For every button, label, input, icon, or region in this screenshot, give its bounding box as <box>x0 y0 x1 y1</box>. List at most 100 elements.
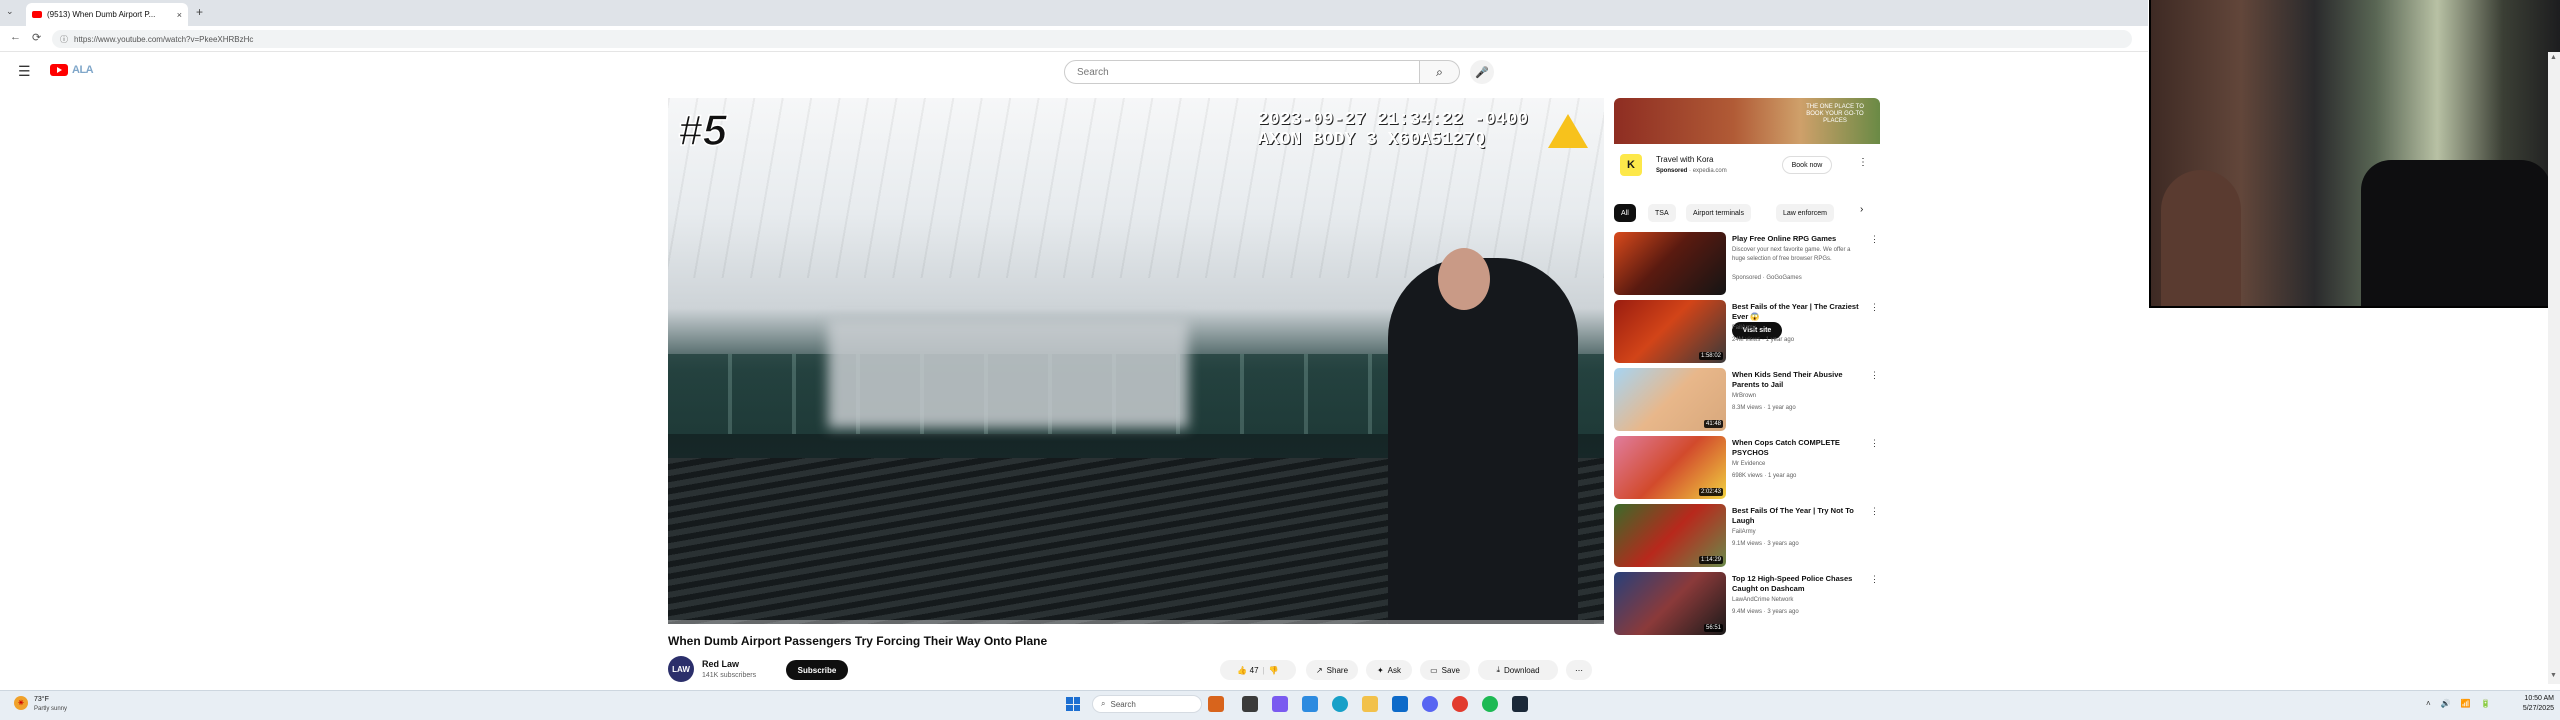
share-button[interactable]: ↗ Share <box>1306 660 1358 680</box>
recommendation-thumbnail[interactable] <box>1614 232 1726 295</box>
video-progress-bar[interactable] <box>668 620 1604 624</box>
taskbar-search[interactable]: ⌕ Search <box>1092 695 1202 713</box>
video-player[interactable]: #5 2023-09-27 21:34:22 -0400 AXON BODY 3… <box>668 98 1604 624</box>
page-scrollbar[interactable] <box>2548 52 2560 684</box>
recommendation-channel[interactable]: LawAndCrime Network <box>1732 596 1793 605</box>
search-icon: ⌕ <box>1436 64 1443 79</box>
more-actions-button[interactable]: ⋯ <box>1566 660 1592 680</box>
recommendation-item[interactable]: 1:14:29 Best Fails Of The Year | Try Not … <box>1614 504 1880 568</box>
taskbar-app-icon[interactable] <box>1272 696 1288 712</box>
taskbar-chrome-icon[interactable] <box>1452 696 1468 712</box>
recommendation-title[interactable]: When Kids Send Their Abusive Parents to … <box>1732 370 1864 390</box>
recommendation-menu-icon[interactable]: ⋮ <box>1870 234 1879 245</box>
recommendation-channel[interactable]: MrBrown <box>1732 392 1756 401</box>
dislike-button[interactable]: 👎 <box>1269 666 1279 675</box>
weather-temperature[interactable]: 73°F <box>34 696 49 703</box>
thumbs-down-icon: 👎 <box>1268 665 1279 675</box>
recommendation-item[interactable]: 1:58:02 Best Fails of the Year | The Craz… <box>1614 300 1880 364</box>
recommendation-thumbnail[interactable]: 56:51 <box>1614 572 1726 635</box>
video-rank-overlay: #5 <box>677 105 727 156</box>
tab-search-icon[interactable]: ⌄ <box>6 6 14 17</box>
clock-time[interactable]: 10:50 AM <box>2512 695 2554 702</box>
recommendation-title[interactable]: When Cops Catch COMPLETE PSYCHOS <box>1732 438 1864 458</box>
bodycam-timestamp: 2023-09-27 21:34:22 -0400 AXON BODY 3 X6… <box>1258 110 1529 150</box>
recommendation-channel[interactable]: Sponsored · GoGoGames <box>1732 274 1802 283</box>
taskbar-file-explorer-icon[interactable] <box>1362 696 1378 712</box>
weather-icon[interactable]: ☀ <box>14 696 28 710</box>
network-icon[interactable]: 📶 <box>2461 699 2471 708</box>
video-duration-badge: 1:14:29 <box>1698 556 1723 564</box>
video-duration-badge: 2:02:43 <box>1698 488 1723 496</box>
chips-next-arrow-icon[interactable]: › <box>1860 204 1863 215</box>
scroll-down-arrow-icon[interactable]: ▼ <box>2550 672 2557 679</box>
chip-tsa[interactable]: TSA <box>1648 204 1676 222</box>
taskbar-discord-icon[interactable] <box>1422 696 1438 712</box>
recommendation-title[interactable]: Best Fails Of The Year | Try Not To Laug… <box>1732 506 1864 526</box>
chip-law-enforcement[interactable]: Law enforcem <box>1776 204 1834 222</box>
battery-icon[interactable]: 🔋 <box>2481 699 2491 708</box>
book-now-button[interactable]: Book now <box>1782 156 1832 174</box>
download-button[interactable]: ⤓ Download <box>1478 660 1558 680</box>
recommendation-menu-icon[interactable]: ⋮ <box>1870 438 1879 449</box>
voice-search-button[interactable]: 🎤 <box>1470 60 1494 84</box>
search-input[interactable]: Search <box>1064 60 1420 84</box>
recommendation-menu-icon[interactable]: ⋮ <box>1870 302 1879 313</box>
share-label: Share <box>1326 665 1349 675</box>
taskbar-app-icon[interactable] <box>1392 696 1408 712</box>
recommendation-item[interactable]: 56:51 Top 12 High-Speed Police Chases Cau… <box>1614 572 1880 636</box>
recommendation-channel[interactable]: Mr Evidence <box>1732 460 1765 469</box>
like-button[interactable]: 👍 47 <box>1237 666 1258 675</box>
channel-subscriber-count: 141K subscribers <box>702 672 757 679</box>
address-bar[interactable]: ⓘ https://www.youtube.com/watch?v=PkeeXH… <box>52 30 2132 48</box>
tab-close-icon[interactable]: × <box>177 10 182 20</box>
recommendation-item[interactable]: 41:48 When Kids Send Their Abusive Parent… <box>1614 368 1880 432</box>
video-officer-figure <box>1388 258 1578 624</box>
volume-icon[interactable]: 🔊 <box>2441 699 2451 708</box>
subscribe-button[interactable]: Subscribe <box>786 660 848 680</box>
new-tab-button[interactable]: + <box>196 5 203 19</box>
youtube-logo[interactable]: ALA <box>50 64 94 76</box>
start-button-icon[interactable] <box>1066 697 1080 711</box>
ad-menu-icon[interactable]: ⋮ <box>1858 157 1868 168</box>
recommendation-item[interactable]: 2:02:43 When Cops Catch COMPLETE PSYCHOS M… <box>1614 436 1880 500</box>
recommendation-menu-icon[interactable]: ⋮ <box>1870 506 1879 517</box>
taskbar-app-icon[interactable] <box>1302 696 1318 712</box>
thumbs-up-icon: 👍 <box>1237 665 1248 675</box>
recommendation-channel[interactable]: FailArmy <box>1732 324 1756 333</box>
recommendation-title[interactable]: Play Free Online RPG Games <box>1732 234 1864 244</box>
chip-airport-terminals[interactable]: Airport terminals <box>1686 204 1751 222</box>
recommendation-menu-icon[interactable]: ⋮ <box>1870 574 1879 585</box>
bookmark-icon: ▭ <box>1430 665 1438 675</box>
recommendation-menu-icon[interactable]: ⋮ <box>1870 370 1879 381</box>
ad-title[interactable]: Travel with Kora <box>1656 155 1714 164</box>
tray-overflow-icon[interactable]: ˄ <box>2426 699 2431 708</box>
taskbar-steam-icon[interactable] <box>1512 696 1528 712</box>
recommendation-thumbnail[interactable]: 2:02:43 <box>1614 436 1726 499</box>
channel-name[interactable]: Red Law <box>702 659 739 669</box>
ask-button[interactable]: ✦ Ask <box>1366 660 1412 680</box>
browser-tab-active[interactable]: (9513) When Dumb Airport P... × <box>26 3 188 26</box>
recommendation-meta: 9.4M views · 3 years ago <box>1732 609 1799 615</box>
recommendation-channel[interactable]: FailArmy <box>1732 528 1756 537</box>
recommendation-thumbnail[interactable]: 1:14:29 <box>1614 504 1726 567</box>
scroll-up-arrow-icon[interactable]: ▲ <box>2550 54 2557 61</box>
taskbar-task-view-icon[interactable] <box>1242 696 1258 712</box>
recommendation-title[interactable]: Best Fails of the Year | The Craziest Ev… <box>1732 302 1864 322</box>
clock-date[interactable]: 5/27/2025 <box>2512 705 2554 712</box>
save-button[interactable]: ▭ Save <box>1420 660 1470 680</box>
guide-menu-icon[interactable]: ☰ <box>18 63 31 80</box>
taskbar-edge-icon[interactable] <box>1332 696 1348 712</box>
search-button[interactable]: ⌕ <box>1420 60 1460 84</box>
chip-all[interactable]: All <box>1614 204 1636 222</box>
taskbar-spotify-icon[interactable] <box>1482 696 1498 712</box>
back-button[interactable]: ← <box>10 31 21 43</box>
recommendation-title[interactable]: Top 12 High-Speed Police Chases Caught o… <box>1732 574 1864 594</box>
taskbar-app-widget-icon[interactable] <box>1208 696 1224 712</box>
site-info-icon[interactable]: ⓘ <box>60 34 68 45</box>
reload-button[interactable]: ⟳ <box>32 31 41 44</box>
recommendation-thumbnail[interactable]: 41:48 <box>1614 368 1726 431</box>
recommendation-thumbnail[interactable]: 1:58:02 <box>1614 300 1726 363</box>
recommendation-item[interactable]: Play Free Online RPG Games Discover your … <box>1614 232 1880 296</box>
system-tray[interactable]: ˄ 🔊 📶 🔋 <box>2426 699 2491 708</box>
channel-avatar[interactable]: LAW <box>668 656 694 682</box>
